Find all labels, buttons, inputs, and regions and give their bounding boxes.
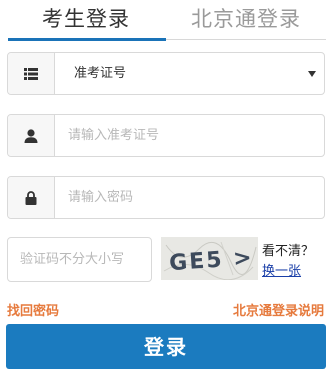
list-icon — [24, 67, 38, 80]
id-type-select[interactable]: 准考证号 — [7, 52, 325, 95]
lock-icon — [25, 190, 37, 205]
password-field — [7, 176, 325, 219]
id-addon — [8, 115, 55, 156]
forgot-password-link[interactable]: 找回密码 — [7, 300, 59, 319]
login-tabs: 考生登录 北京通登录 — [0, 0, 327, 42]
user-icon — [24, 128, 38, 143]
id-type-selected-value: 准考证号 — [74, 66, 127, 81]
id-number-field — [7, 114, 325, 157]
captcha-image[interactable]: GE5 > — [161, 237, 258, 280]
id-number-input[interactable] — [68, 115, 308, 156]
password-addon — [8, 177, 55, 218]
password-input[interactable] — [68, 177, 308, 218]
tab-divider — [166, 39, 326, 40]
beijing-tong-help-link[interactable]: 北京通登录说明 — [233, 300, 324, 319]
captcha-graphic: GE5 > — [161, 237, 258, 280]
captcha-input[interactable] — [8, 238, 151, 281]
caret-down-icon — [308, 71, 316, 77]
captcha-refresh-link[interactable]: 换一张 — [262, 260, 301, 279]
captcha-hint: 看不清？ — [262, 244, 315, 259]
tab-candidate-login[interactable]: 考生登录 — [8, 2, 164, 38]
active-tab-indicator — [8, 38, 166, 41]
id-type-addon — [8, 53, 55, 94]
login-button[interactable]: 登录 — [6, 324, 326, 369]
captcha-field — [7, 237, 152, 282]
tab-beijing-tong-login[interactable]: 北京通登录 — [166, 2, 326, 38]
